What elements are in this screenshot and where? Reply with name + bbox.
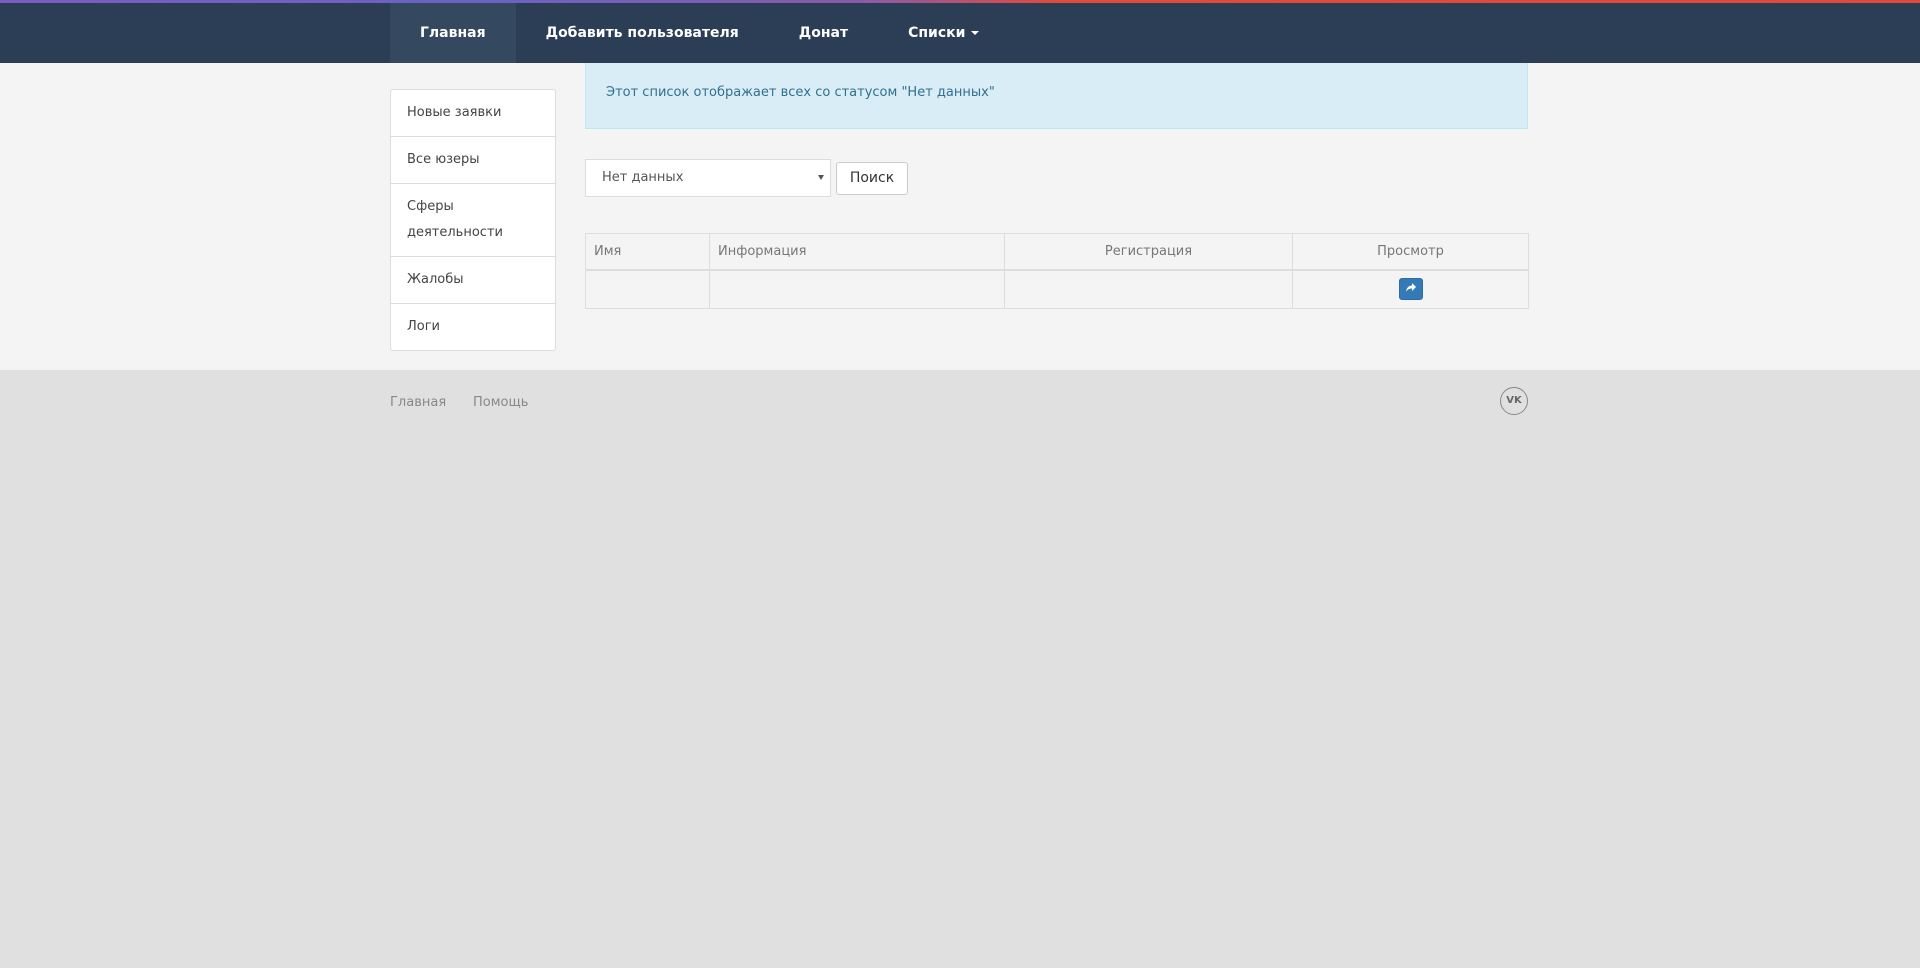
sidebar-item-complaints[interactable]: Жалобы: [391, 257, 555, 304]
sidebar-item-new-requests[interactable]: Новые заявки: [391, 90, 555, 137]
select-value: Нет данных: [602, 170, 684, 185]
main-content: Новые заявки Все юзеры Сферы деятельност…: [0, 63, 1920, 370]
search-button[interactable]: Поиск: [836, 162, 908, 195]
share-arrow-icon: [1405, 282, 1416, 292]
nav-item-label: Добавить пользователя: [545, 25, 739, 41]
info-alert: Этот список отображает всех со статусом …: [585, 63, 1528, 129]
dropdown-arrow-icon: [818, 175, 824, 180]
column-header-info: Информация: [709, 233, 1005, 271]
nav-item-label: Главная: [420, 25, 486, 41]
nav-item-label: Списки: [908, 25, 966, 41]
nav-item-label: Донат: [798, 25, 849, 41]
caret-down-icon: [971, 31, 980, 35]
sidebar-item-label: Логи: [407, 319, 441, 334]
table-row: [585, 269, 1529, 309]
sidebar-item-activity-spheres[interactable]: Сферы деятельности: [391, 184, 555, 257]
cell-info: [709, 269, 1005, 309]
sidebar-item-label: Жалобы: [407, 272, 464, 287]
view-button[interactable]: [1398, 278, 1423, 301]
alert-text: Этот список отображает всех со статусом …: [606, 85, 995, 100]
nav-item-home[interactable]: Главная: [390, 3, 516, 63]
cell-view: [1292, 269, 1529, 309]
vk-icon[interactable]: VK: [1500, 387, 1528, 415]
sidebar-item-label: Новые заявки: [407, 105, 502, 120]
column-header-name: Имя: [585, 233, 710, 271]
users-table: Имя Информация Регистрация Просмотр: [585, 233, 1529, 309]
footer-link-help[interactable]: Помощь: [473, 395, 528, 410]
footer-link-home[interactable]: Главная: [390, 395, 446, 410]
nav-item-add-user[interactable]: Добавить пользователя: [516, 3, 769, 63]
column-header-registration: Регистрация: [1004, 233, 1293, 271]
top-navbar: Главная Добавить пользователя Донат Спис…: [0, 3, 1920, 63]
nav-menu: Главная Добавить пользователя Донат Спис…: [390, 3, 1009, 63]
sidebar-item-all-users[interactable]: Все юзеры: [391, 137, 555, 184]
status-select[interactable]: Нет данных: [585, 159, 831, 197]
sidebar-item-label: Сферы деятельности: [407, 199, 503, 240]
nav-item-donate[interactable]: Донат: [769, 3, 878, 63]
cell-registration: [1004, 269, 1293, 309]
sidebar-item-logs[interactable]: Логи: [391, 304, 555, 350]
sidebar-menu: Новые заявки Все юзеры Сферы деятельност…: [390, 89, 556, 351]
sidebar-item-label: Все юзеры: [407, 152, 480, 167]
table-header-row: Имя Информация Регистрация Просмотр: [585, 233, 1529, 271]
cell-name: [585, 269, 710, 309]
nav-item-lists-dropdown[interactable]: Списки: [878, 3, 1009, 63]
column-header-view: Просмотр: [1292, 233, 1529, 271]
